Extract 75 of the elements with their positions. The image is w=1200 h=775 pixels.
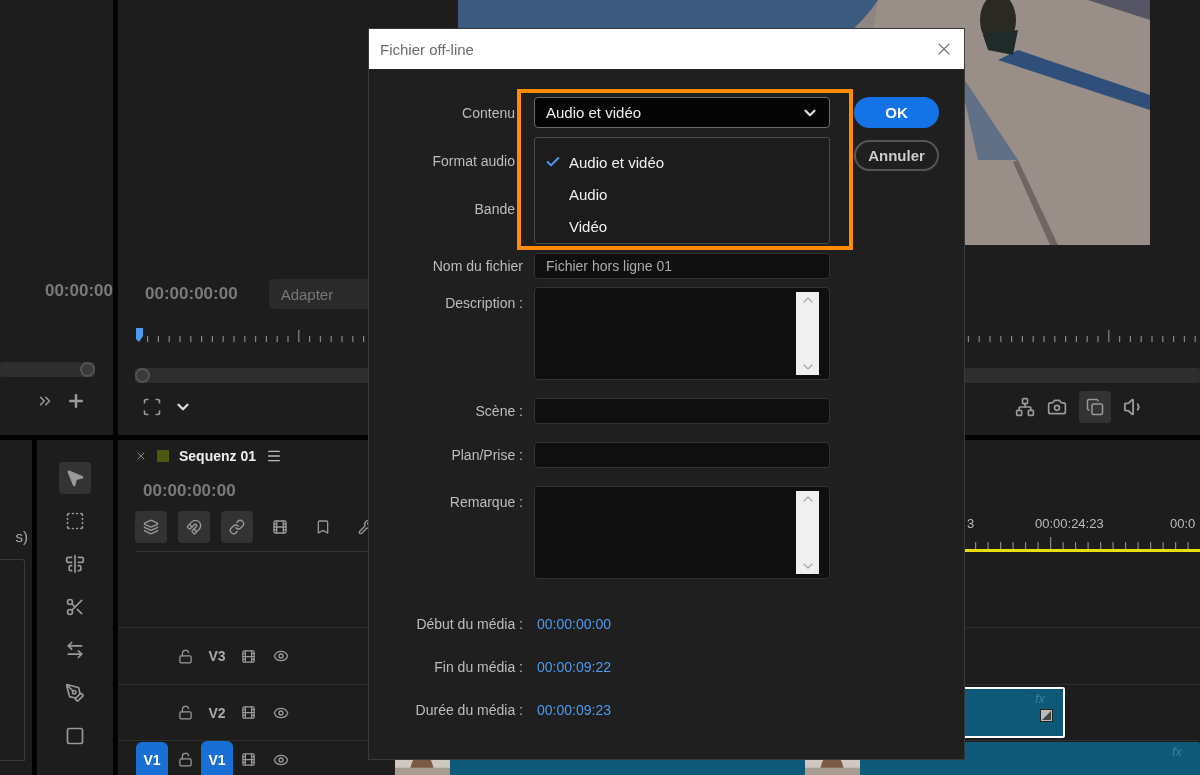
camera-icon[interactable]	[1047, 397, 1067, 417]
info-label: Début du média :	[416, 616, 523, 632]
menu-icon[interactable]	[266, 448, 283, 464]
track-target-button[interactable]: V1	[201, 741, 233, 775]
selection-arrow-icon	[65, 468, 85, 488]
menu-option[interactable]: Audio et vidéo	[535, 146, 829, 178]
cancel-button[interactable]: Annuler	[854, 140, 939, 171]
scroll-handle[interactable]	[135, 368, 150, 383]
lock-icon[interactable]	[178, 648, 193, 664]
ruler-label: 00:0	[1170, 516, 1196, 531]
sync-lock-icon[interactable]	[241, 648, 256, 664]
tool-button[interactable]	[59, 462, 91, 494]
timeline-tool-button[interactable]	[221, 511, 253, 543]
field-label: Plan/Prise :	[451, 447, 523, 463]
dashed-select-icon	[65, 511, 85, 531]
menu-option[interactable]: Vidéo	[535, 210, 829, 242]
frame-icon[interactable]	[142, 397, 162, 417]
text-field[interactable]	[534, 398, 830, 424]
ok-button[interactable]: OK	[854, 97, 939, 128]
scroll-handle[interactable]	[80, 362, 95, 377]
dialog-title: Fichier off-line	[380, 40, 474, 58]
text-field[interactable]	[534, 442, 830, 468]
timecode: 00:00:00:00	[142, 480, 237, 502]
info-label: Durée du média :	[415, 702, 523, 718]
rectangle-icon	[65, 726, 85, 746]
ripple-edit-icon	[65, 554, 85, 574]
scrollbar[interactable]	[796, 292, 819, 375]
menu-option[interactable]: Audio	[535, 178, 829, 210]
text-field[interactable]: Fichier hors ligne 01	[534, 253, 830, 279]
sequence-tab[interactable]: Sequenz 01	[179, 448, 257, 464]
copy-icon	[1086, 398, 1104, 416]
field-label: Scène :	[475, 403, 523, 419]
info-value: 00:00:09:22	[536, 659, 612, 675]
field-label: Description :	[445, 294, 523, 311]
panel-text: s)	[14, 528, 29, 545]
info-value: 00:00:09:23	[536, 702, 612, 718]
link-icon	[229, 519, 245, 535]
lock-icon[interactable]	[178, 705, 193, 720]
field-label: Nom du fichier	[432, 258, 523, 274]
marker-icon	[315, 519, 331, 535]
mask-icon	[1040, 709, 1053, 722]
ruler-label: 3	[967, 516, 975, 531]
close-icon[interactable]	[135, 450, 147, 462]
compare-button[interactable]	[1079, 391, 1111, 423]
network-icon[interactable]	[1015, 397, 1035, 417]
sync-lock-icon[interactable]	[241, 752, 256, 767]
track-target-button[interactable]: V2	[201, 696, 233, 729]
field-label: Format audio	[432, 153, 515, 169]
timecode: 00:00:00:00	[145, 283, 238, 305]
source-patch-button[interactable]: V1	[136, 742, 168, 775]
field-label: Bande	[474, 201, 515, 217]
sync-lock-icon[interactable]	[241, 705, 256, 720]
timeline-tool-button[interactable]	[135, 511, 167, 543]
timecode: 00:00:00	[43, 280, 113, 302]
label-swatch	[157, 450, 169, 462]
nest-icon	[143, 519, 159, 535]
info-label: Fin du média :	[434, 659, 523, 675]
scrollbar[interactable]	[0, 362, 95, 377]
film-icon	[272, 519, 288, 535]
lock-icon[interactable]	[178, 752, 193, 767]
info-value: 00:00:00:00	[536, 616, 612, 632]
eye-icon[interactable]	[273, 648, 289, 664]
field-label: Contenu	[462, 104, 515, 121]
scrollbar[interactable]	[796, 491, 819, 574]
pen-icon	[65, 683, 85, 703]
timeline-tool-button[interactable]	[178, 511, 210, 543]
razor-icon	[65, 597, 85, 617]
text-area[interactable]	[534, 486, 830, 579]
plus-icon[interactable]	[66, 391, 86, 411]
text-area[interactable]	[534, 287, 830, 380]
ruler-label: 00:00:24:23	[1035, 516, 1104, 531]
slip-icon	[65, 640, 85, 660]
field-label: Remarque :	[449, 493, 523, 510]
track-target-button[interactable]: V3	[201, 640, 233, 672]
magnet-icon	[186, 519, 202, 535]
